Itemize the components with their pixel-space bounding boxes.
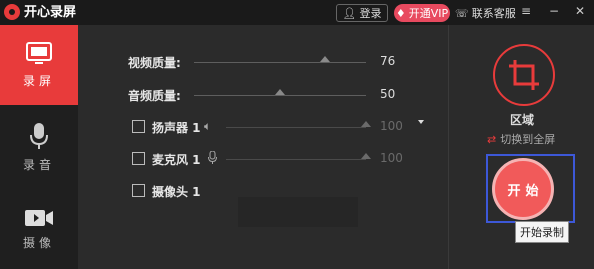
slider-thumb[interactable] <box>275 89 285 95</box>
microphone-label: 麦克风 1 <box>152 153 201 167</box>
app-title: 开心录屏 <box>24 5 77 20</box>
microphone-volume-value: 100 <box>380 151 403 165</box>
support-button[interactable]: ☏ 联系客服 <box>455 4 516 22</box>
sidebar-item-screen-record[interactable]: 录屏 <box>0 25 78 105</box>
vip-label: 开通VIP <box>408 7 449 20</box>
switch-fullscreen-button[interactable]: ⇄ 切换到全屏 <box>487 131 555 147</box>
microphone-volume-slider[interactable] <box>226 153 371 160</box>
fullscreen-label: 切换到全屏 <box>500 133 556 146</box>
speaker-volume-slider[interactable] <box>226 121 371 128</box>
slider-thumb[interactable] <box>361 153 371 159</box>
support-label: 联系客服 <box>471 7 516 20</box>
headset-icon: ☏ <box>455 6 469 20</box>
slider-thumb[interactable] <box>361 121 371 127</box>
settings-panel: 视频质量: 76 音频质量: 50 扬声器 1 🔈︎ 100 麦克风 1 100… <box>78 25 448 269</box>
minimize-icon[interactable]: − <box>546 3 562 19</box>
diamond-icon: ♦ <box>395 6 406 20</box>
video-quality-label: 视频质量: <box>128 56 181 70</box>
user-icon: 👤︎ <box>342 6 357 20</box>
monitor-icon <box>26 41 52 64</box>
video-quality-slider[interactable] <box>194 56 366 63</box>
crop-icon <box>509 60 539 90</box>
app-logo-icon <box>4 4 20 20</box>
sidebar-item-label: 录音 <box>22 157 55 172</box>
microphone-small-icon <box>208 150 217 167</box>
menu-icon[interactable]: ≡ <box>518 3 534 19</box>
start-label: 开始 <box>507 183 544 199</box>
slider-thumb[interactable] <box>319 56 330 62</box>
sidebar-item-camera-record[interactable]: 摄像 <box>0 189 78 269</box>
capture-panel: 区域 ⇄ 切换到全屏 开始 开始录制 <box>448 25 594 269</box>
speaker-row: 扬声器 1 🔈︎ 100 <box>78 117 448 137</box>
area-label: 区域 <box>509 113 534 127</box>
speaker-label: 扬声器 1 <box>152 121 201 135</box>
login-button[interactable]: 👤︎ 登录 <box>336 4 388 22</box>
video-quality-value: 76 <box>380 54 396 68</box>
close-icon[interactable]: ✕ <box>572 3 588 19</box>
microphone-checkbox[interactable] <box>132 152 145 165</box>
sidebar-item-label: 录屏 <box>22 73 55 88</box>
camera-label: 摄像头 1 <box>152 185 201 199</box>
video-quality-row: 视频质量: 76 <box>78 52 448 72</box>
start-record-button[interactable]: 开始 <box>492 158 554 220</box>
speaker-volume-value: 100 <box>380 119 403 133</box>
switch-icon: ⇄ <box>487 132 497 146</box>
camera-icon <box>25 209 53 226</box>
blurred-region <box>238 197 358 227</box>
sidebar-item-audio-record[interactable]: 录音 <box>0 107 78 187</box>
title-bar: 开心录屏 👤︎ 登录 ♦ 开通VIP ☏ 联系客服 ≡ − ✕ <box>0 0 594 25</box>
audio-quality-row: 音频质量: 50 <box>78 85 448 105</box>
microphone-icon <box>30 122 48 149</box>
start-tooltip: 开始录制 <box>515 221 569 243</box>
speaker-icon: 🔈︎ <box>204 119 212 133</box>
audio-quality-value: 50 <box>380 87 396 101</box>
speaker-checkbox[interactable] <box>132 120 145 133</box>
audio-quality-label: 音频质量: <box>128 89 181 103</box>
sidebar-item-label: 摄像 <box>22 235 55 250</box>
area-select-button[interactable] <box>493 44 555 106</box>
microphone-row: 麦克风 1 100 <box>78 149 448 169</box>
audio-quality-slider[interactable] <box>194 89 366 96</box>
sidebar: 录屏 录音 摄像 <box>0 25 78 269</box>
camera-checkbox[interactable] <box>132 184 145 197</box>
chevron-down-icon[interactable] <box>418 120 424 124</box>
login-label: 登录 <box>359 7 382 20</box>
vip-button[interactable]: ♦ 开通VIP <box>394 4 450 22</box>
